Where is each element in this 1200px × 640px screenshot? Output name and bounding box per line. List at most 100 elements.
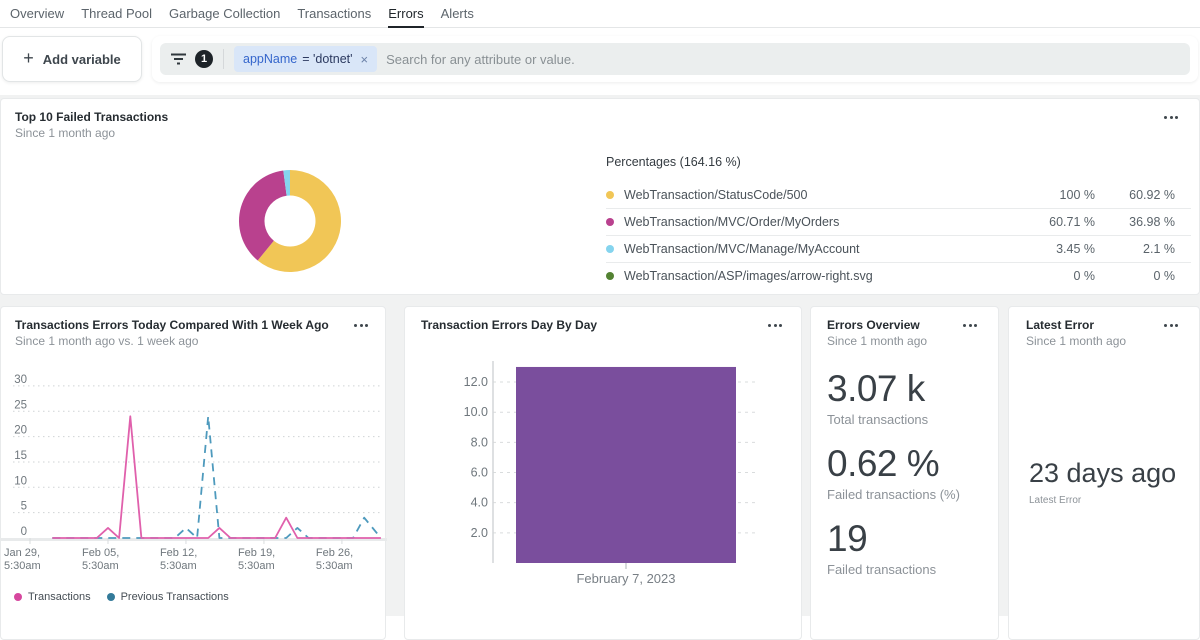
bar-chart[interactable]: 2.04.06.08.010.012.0: [405, 359, 803, 571]
panel-menu-button[interactable]: [765, 321, 785, 330]
x-axis-tick-label: Feb 05, 5:30am: [82, 547, 119, 573]
svg-text:30: 30: [14, 374, 27, 386]
panel-subtitle: Since 1 month ago: [827, 334, 927, 349]
panel-transaction-errors-day-by-day: Transaction Errors Day By Day 2.0 4.0 6.0 8…: [404, 306, 802, 640]
line-chart-legend: Transactions Previous Transactions: [14, 591, 229, 603]
svg-text:2.0: 2.0: [471, 526, 488, 540]
billboard-stats: 3.07 k Total transactions 0.62 % Failed tra…: [827, 369, 960, 594]
legend-row[interactable]: WebTransaction/ASP/images/arrow-right.sv…: [606, 262, 1191, 289]
filter-row: + Add variable 1 appName = 'dotnet' × Se…: [0, 28, 1200, 95]
x-axis-tick-label: Feb 12, 5:30am: [160, 547, 197, 573]
legend-row[interactable]: WebTransaction/StatusCode/500100 %60.92 …: [606, 181, 1191, 208]
x-axis-tick-label: Feb 26, 5:30am: [316, 547, 353, 573]
panel-latest-error: Latest Error Since 1 month ago 23 days a…: [1008, 306, 1200, 640]
svg-text:15: 15: [14, 450, 27, 462]
stat-failed-transactions: 19 Failed transactions: [827, 519, 960, 577]
svg-text:10: 10: [14, 475, 27, 487]
chip-close-icon[interactable]: ×: [361, 52, 369, 67]
divider: [223, 49, 224, 69]
filter-chip-appname[interactable]: appName = 'dotnet' ×: [234, 46, 377, 72]
legend-transaction-label: WebTransaction/StatusCode/500: [624, 188, 1005, 202]
legend-pct-of-max: 3.45 %: [1005, 242, 1095, 256]
svg-text:25: 25: [14, 399, 27, 411]
stat-failed-transactions-: 0.62 % Failed transactions (%): [827, 444, 960, 502]
panel-title: Latest Error: [1026, 318, 1126, 333]
panel-menu-button[interactable]: [960, 321, 980, 330]
panel-title: Transactions Errors Today Compared With …: [15, 318, 329, 333]
panel-subtitle: Since 1 month ago: [15, 126, 168, 141]
legend-pct: 2.1 %: [1095, 242, 1175, 256]
legend-pct: 0 %: [1095, 269, 1175, 283]
tab-transactions[interactable]: Transactions: [297, 0, 371, 27]
panel-title: Top 10 Failed Transactions: [15, 110, 168, 125]
legend-row[interactable]: WebTransaction/MVC/Manage/MyAccount3.45 …: [606, 235, 1191, 262]
search-placeholder: Search for any attribute or value.: [386, 52, 575, 67]
svg-text:20: 20: [14, 425, 27, 437]
line-series-transactions[interactable]: [52, 416, 381, 538]
stat-label: Failed transactions: [827, 562, 960, 577]
bar-x-axis-label: February 7, 2023: [526, 571, 726, 586]
add-variable-label: Add variable: [43, 52, 121, 67]
legend-color-dot: [14, 593, 22, 601]
line-series-previous-transactions[interactable]: [52, 416, 381, 538]
panel-menu-button[interactable]: [1161, 113, 1181, 122]
stat-value: 3.07 k: [827, 369, 960, 409]
svg-text:4.0: 4.0: [471, 496, 488, 510]
donut-legend-table: Percentages (164.16 %) WebTransaction/St…: [606, 155, 1191, 289]
legend-pct-of-max: 100 %: [1005, 188, 1095, 202]
svg-text:0: 0: [21, 526, 27, 538]
stat-label: Failed transactions (%): [827, 487, 960, 502]
panel-subtitle: Since 1 month ago: [1026, 334, 1126, 349]
x-axis-tick-label: Jan 29, 5:30am: [4, 547, 41, 573]
svg-text:6.0: 6.0: [471, 466, 488, 480]
legend-transaction-label: WebTransaction/MVC/Order/MyOrders: [624, 215, 1005, 229]
legend-transaction-label: WebTransaction/ASP/images/arrow-right.sv…: [624, 269, 1005, 283]
plus-icon: +: [23, 49, 34, 67]
legend-item-transactions[interactable]: Transactions: [14, 591, 91, 603]
tab-bar: Overview Thread Pool Garbage Collection Tra…: [0, 0, 1200, 28]
line-chart[interactable]: 0 5 10 15 20 25 30: [1, 367, 387, 545]
legend-color-dot: [606, 272, 614, 280]
filter-search-card: 1 appName = 'dotnet' × Search for any at…: [152, 36, 1198, 82]
bar-february-7-2023[interactable]: [516, 367, 736, 563]
donut-chart[interactable]: [238, 169, 342, 273]
tab-alerts[interactable]: Alerts: [441, 0, 474, 27]
tab-errors[interactable]: Errors: [388, 0, 423, 27]
panel-menu-button[interactable]: [1161, 321, 1181, 330]
legend-color-dot: [107, 593, 115, 601]
legend-pct: 60.92 %: [1095, 188, 1175, 202]
stat-value: 0.62 %: [827, 444, 960, 484]
chip-value: = 'dotnet': [302, 52, 352, 66]
stat-label: Total transactions: [827, 412, 960, 427]
stat-value: 19: [827, 519, 960, 559]
tab-overview[interactable]: Overview: [10, 0, 64, 27]
panel-title: Transaction Errors Day By Day: [421, 318, 597, 333]
panel-subtitle: Since 1 month ago vs. 1 week ago: [15, 334, 329, 349]
filter-funnel-icon: [170, 52, 187, 66]
legend-header: Percentages (164.16 %): [606, 155, 1191, 169]
panel-title: Errors Overview: [827, 318, 927, 333]
add-variable-button[interactable]: + Add variable: [2, 36, 142, 82]
legend-item-previous-transactions[interactable]: Previous Transactions: [107, 591, 229, 603]
legend-pct-of-max: 60.71 %: [1005, 215, 1095, 229]
chip-attribute: appName: [243, 52, 297, 66]
tab-thread-pool[interactable]: Thread Pool: [81, 0, 152, 27]
panel-top10-failed-transactions: Top 10 Failed Transactions Since 1 month…: [0, 98, 1200, 295]
legend-color-dot: [606, 218, 614, 226]
latest-error-value: 23 days ago: [1029, 457, 1176, 489]
legend-row[interactable]: WebTransaction/MVC/Order/MyOrders60.71 %…: [606, 208, 1191, 235]
legend-color-dot: [606, 245, 614, 253]
panel-transactions-errors-compared: Transactions Errors Today Compared With …: [0, 306, 386, 640]
stat-total-transactions: 3.07 k Total transactions: [827, 369, 960, 427]
filter-search-input[interactable]: 1 appName = 'dotnet' × Search for any at…: [160, 43, 1190, 75]
tab-garbage-collection[interactable]: Garbage Collection: [169, 0, 280, 27]
svg-text:5: 5: [21, 501, 27, 513]
legend-transaction-label: WebTransaction/MVC/Manage/MyAccount: [624, 242, 1005, 256]
filter-count-badge: 1: [195, 50, 213, 68]
svg-text:8.0: 8.0: [471, 435, 488, 449]
panel-menu-button[interactable]: [351, 321, 371, 330]
legend-pct: 36.98 %: [1095, 215, 1175, 229]
svg-text:10.0: 10.0: [464, 405, 488, 419]
panel-errors-overview: Errors Overview Since 1 month ago 3.07 k…: [810, 306, 999, 640]
latest-error-label: Latest Error: [1029, 495, 1081, 506]
